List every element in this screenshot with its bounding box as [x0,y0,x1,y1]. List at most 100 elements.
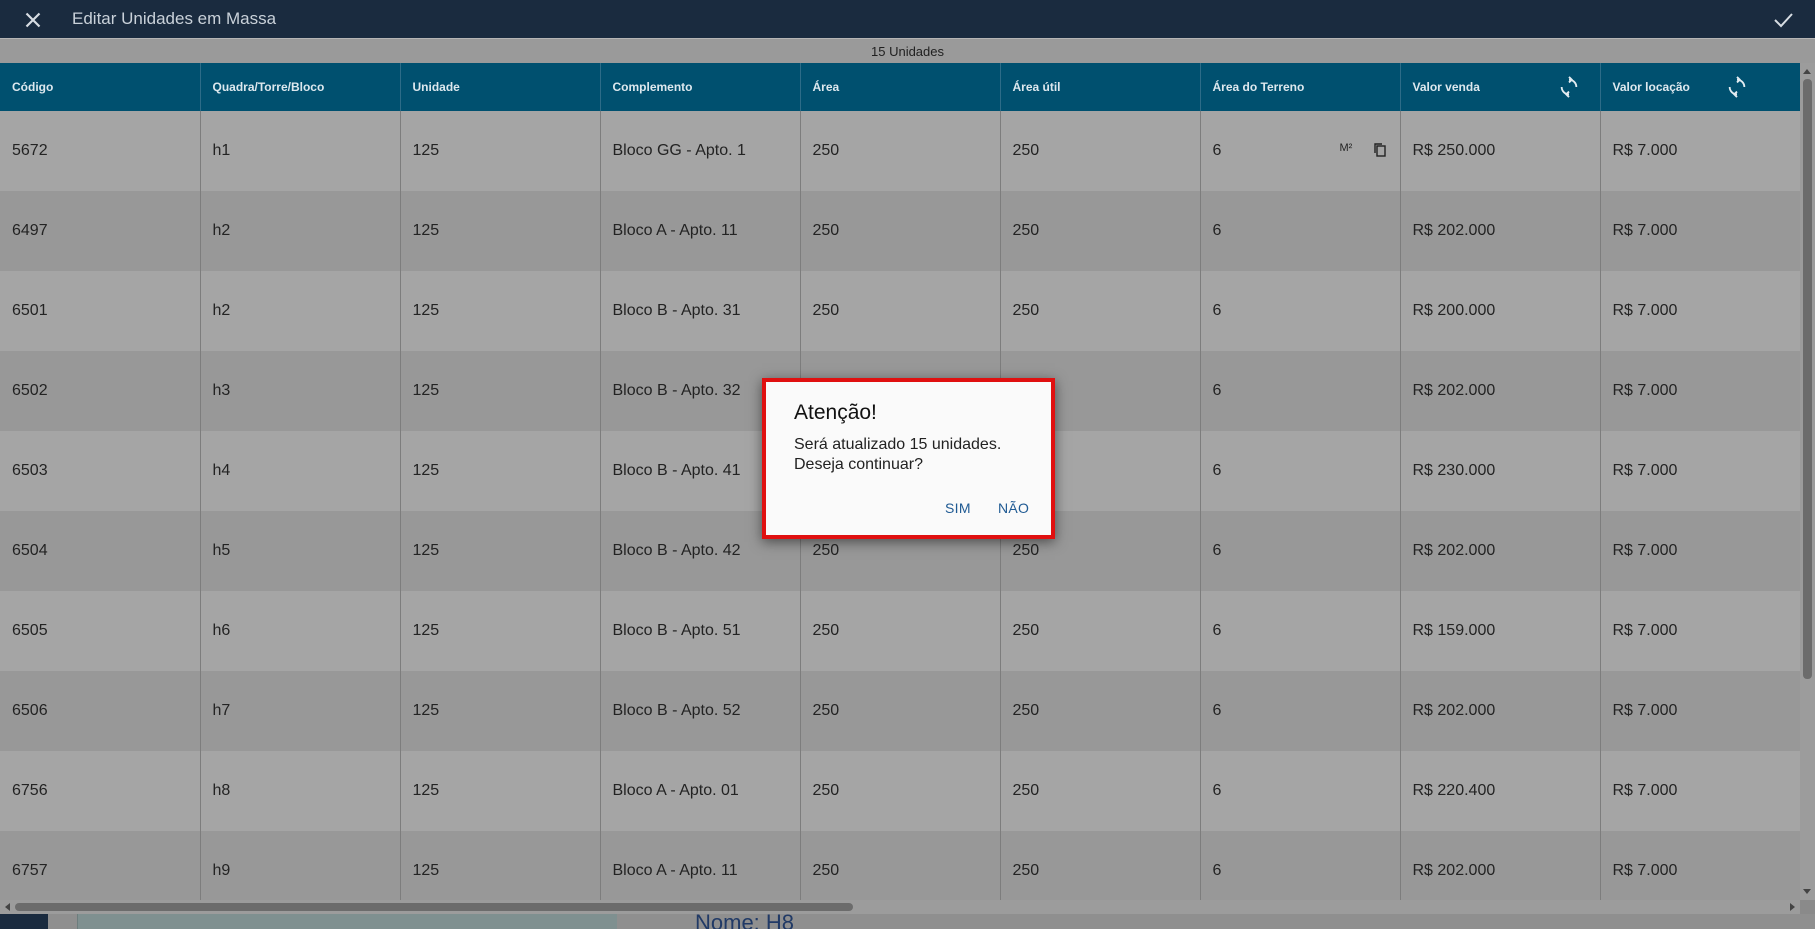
cell-unidade[interactable]: 125 [400,271,601,351]
cell-area[interactable]: 250 [800,191,1001,271]
cell-area-terreno[interactable]: 6 M² [1200,111,1401,191]
cell-unidade[interactable]: 125 [400,351,601,431]
cell-unidade[interactable]: 125 [400,191,601,271]
horizontal-scrollbar[interactable] [0,900,1800,914]
table-row[interactable]: 6497 h2 125 Bloco A - Apto. 11 250 250 6 R$ 202… [0,191,1800,271]
cell-area-terreno[interactable]: 6 [1200,831,1401,900]
cell-quadra[interactable]: h2 [200,271,401,351]
cell-valor-venda[interactable]: R$ 230.000 [1400,431,1601,511]
cell-quadra[interactable]: h5 [200,511,401,591]
vertical-scroll-thumb[interactable] [1803,79,1812,679]
cell-complemento[interactable]: Bloco A - Apto. 01 [600,751,801,831]
cell-codigo[interactable]: 6502 [0,351,201,431]
cell-quadra[interactable]: h6 [200,591,401,671]
cell-valor-venda[interactable]: R$ 250.000 [1400,111,1601,191]
cell-area[interactable]: 250 [800,591,1001,671]
table-row[interactable]: 6756 h8 125 Bloco A - Apto. 01 250 250 6 R$ 220… [0,751,1800,831]
cell-valor-locacao[interactable]: R$ 7.000 [1600,111,1800,191]
cell-codigo[interactable]: 6504 [0,511,201,591]
horizontal-scroll-thumb[interactable] [15,903,853,911]
cell-area-terreno[interactable]: 6 [1200,191,1401,271]
cell-valor-venda[interactable]: R$ 202.000 [1400,191,1601,271]
cell-quadra[interactable]: h1 [200,111,401,191]
cell-unidade[interactable]: 125 [400,431,601,511]
cell-valor-locacao[interactable]: R$ 7.000 [1600,591,1800,671]
cell-area[interactable]: 250 [800,111,1001,191]
table-row[interactable]: 5672 h1 125 Bloco GG - Apto. 1 250 250 6 M² R$ 2… [0,111,1800,191]
cell-valor-venda[interactable]: R$ 202.000 [1400,671,1601,751]
refresh-icon[interactable] [1558,76,1580,98]
table-row[interactable]: 6757 h9 125 Bloco A - Apto. 11 250 250 6 R$ 202… [0,831,1800,900]
cell-area-util[interactable]: 250 [1000,591,1201,671]
cell-area-util[interactable]: 250 [1000,671,1201,751]
scroll-left-icon[interactable] [5,903,10,911]
cell-unidade[interactable]: 125 [400,751,601,831]
cell-quadra[interactable]: h8 [200,751,401,831]
cell-area-util[interactable]: 250 [1000,751,1201,831]
cell-area-terreno[interactable]: 6 [1200,751,1401,831]
cell-area[interactable]: 250 [800,271,1001,351]
cell-codigo[interactable]: 6505 [0,591,201,671]
cell-valor-venda[interactable]: R$ 202.000 [1400,511,1601,591]
table-row[interactable]: 6506 h7 125 Bloco B - Apto. 52 250 250 6 R$ 202… [0,671,1800,751]
close-icon[interactable] [20,7,46,33]
refresh-icon[interactable] [1726,76,1748,98]
vertical-scrollbar[interactable] [1800,63,1815,900]
cell-valor-locacao[interactable]: R$ 7.000 [1600,431,1800,511]
cell-valor-venda[interactable]: R$ 220.400 [1400,751,1601,831]
cell-valor-locacao[interactable]: R$ 7.000 [1600,351,1800,431]
cell-complemento[interactable]: Bloco A - Apto. 11 [600,831,801,900]
yes-button[interactable]: SIM [945,500,971,516]
cell-codigo[interactable]: 6757 [0,831,201,900]
cell-complemento[interactable]: Bloco B - Apto. 31 [600,271,801,351]
cell-area-terreno[interactable]: 6 [1200,591,1401,671]
cell-quadra[interactable]: h3 [200,351,401,431]
cell-codigo[interactable]: 6503 [0,431,201,511]
table-row[interactable]: 6501 h2 125 Bloco B - Apto. 31 250 250 6 R$ 200… [0,271,1800,351]
cell-area-util[interactable]: 250 [1000,831,1201,900]
cell-unidade[interactable]: 125 [400,511,601,591]
cell-valor-locacao[interactable]: R$ 7.000 [1600,271,1800,351]
scroll-down-icon[interactable] [1803,889,1811,894]
cell-unidade[interactable]: 125 [400,671,601,751]
cell-codigo[interactable]: 5672 [0,111,201,191]
cell-valor-venda[interactable]: R$ 200.000 [1400,271,1601,351]
cell-valor-venda[interactable]: R$ 202.000 [1400,351,1601,431]
cell-quadra[interactable]: h2 [200,191,401,271]
cell-area-terreno[interactable]: 6 [1200,351,1401,431]
cell-area-util[interactable]: 250 [1000,111,1201,191]
cell-complemento[interactable]: Bloco GG - Apto. 1 [600,111,801,191]
cell-valor-locacao[interactable]: R$ 7.000 [1600,671,1800,751]
check-icon[interactable] [1771,8,1795,32]
cell-area-terreno[interactable]: 6 [1200,271,1401,351]
cell-area[interactable]: 250 [800,831,1001,900]
copy-icon[interactable] [1373,142,1387,158]
no-button[interactable]: NÃO [998,500,1029,516]
cell-valor-locacao[interactable]: R$ 7.000 [1600,511,1800,591]
cell-quadra[interactable]: h9 [200,831,401,900]
cell-valor-locacao[interactable]: R$ 7.000 [1600,831,1800,900]
cell-area-terreno[interactable]: 6 [1200,431,1401,511]
cell-complemento[interactable]: Bloco A - Apto. 11 [600,191,801,271]
cell-codigo[interactable]: 6506 [0,671,201,751]
cell-area-terreno[interactable]: 6 [1200,511,1401,591]
cell-valor-locacao[interactable]: R$ 7.000 [1600,751,1800,831]
cell-valor-venda[interactable]: R$ 159.000 [1400,591,1601,671]
cell-unidade[interactable]: 125 [400,831,601,900]
cell-area-util[interactable]: 250 [1000,271,1201,351]
cell-area-terreno[interactable]: 6 [1200,671,1401,751]
scroll-right-icon[interactable] [1790,903,1795,911]
cell-valor-locacao[interactable]: R$ 7.000 [1600,191,1800,271]
cell-area[interactable]: 250 [800,751,1001,831]
cell-area-util[interactable]: 250 [1000,191,1201,271]
cell-codigo[interactable]: 6501 [0,271,201,351]
table-row[interactable]: 6505 h6 125 Bloco B - Apto. 51 250 250 6 R$ 159… [0,591,1800,671]
cell-complemento[interactable]: Bloco B - Apto. 52 [600,671,801,751]
cell-codigo[interactable]: 6497 [0,191,201,271]
cell-complemento[interactable]: Bloco B - Apto. 51 [600,591,801,671]
cell-unidade[interactable]: 125 [400,111,601,191]
unit-m2-label[interactable]: M² [1340,142,1353,154]
cell-quadra[interactable]: h7 [200,671,401,751]
scroll-up-icon[interactable] [1803,69,1811,74]
cell-codigo[interactable]: 6756 [0,751,201,831]
